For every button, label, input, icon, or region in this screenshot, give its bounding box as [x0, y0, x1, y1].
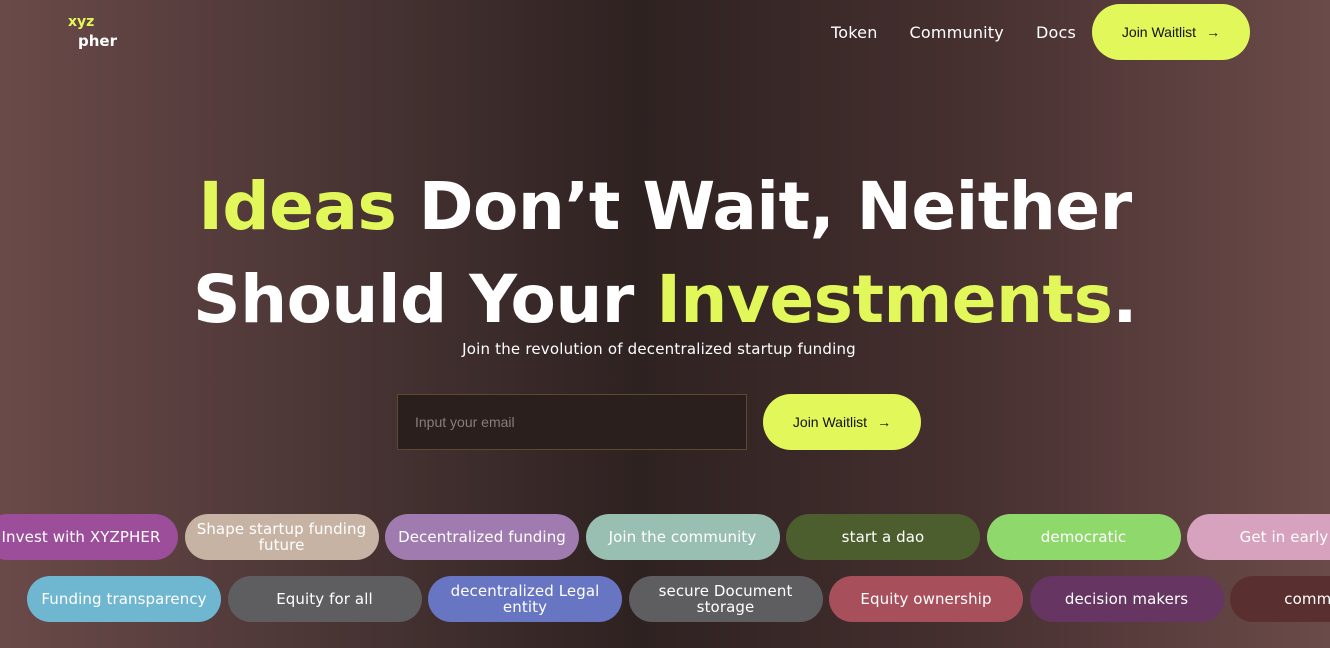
- tag-pill: Equity for all: [227, 576, 422, 622]
- waitlist-form: Join Waitlist →: [397, 394, 921, 450]
- tag-pill: Shape startup funding future: [184, 514, 379, 560]
- nav-join-waitlist-label: Join Waitlist: [1121, 24, 1197, 40]
- hero-headline-period: .: [1112, 261, 1137, 338]
- tag-pill: decision makers: [1029, 576, 1224, 622]
- join-waitlist-label: Join Waitlist: [792, 414, 868, 430]
- tag-pill: Join the community: [585, 514, 780, 560]
- tag-track-1: Invest with XYZPHER Shape startup funding…: [0, 514, 1330, 560]
- tag-pill: secure Document storage: [628, 576, 823, 622]
- hero-headline-line2: Should Your: [193, 261, 657, 338]
- tag-pill: Equity ownership: [829, 576, 1023, 622]
- hero-highlight-investments: Investments: [656, 261, 1113, 338]
- hero: Ideas Don’t Wait, Neither Should Your In…: [0, 160, 1330, 346]
- logo-line1: xyz: [68, 14, 95, 30]
- tag-row-2: Funding transparency Equity for all decent…: [0, 576, 1330, 622]
- email-input[interactable]: [397, 394, 747, 450]
- tag-pill: Get in early: [1187, 514, 1330, 560]
- tag-pill: Invest with XYZPHER: [0, 514, 178, 560]
- top-nav: Token Community Docs Join Waitlist →: [831, 4, 1250, 60]
- hero-headline: Ideas Don’t Wait, Neither Should Your In…: [0, 160, 1330, 346]
- nav-link-docs[interactable]: Docs: [1036, 23, 1076, 42]
- join-waitlist-button[interactable]: Join Waitlist →: [763, 394, 921, 450]
- logo-line2: pher: [78, 31, 117, 50]
- tag-track-2: Funding transparency Equity for all decent…: [27, 576, 1330, 622]
- hero-headline-mid: Don’t Wait, Neither: [396, 168, 1132, 245]
- nav-join-waitlist-button[interactable]: Join Waitlist →: [1092, 4, 1250, 60]
- nav-link-community[interactable]: Community: [910, 23, 1004, 42]
- tag-pill: Funding transparency: [27, 576, 221, 622]
- hero-highlight-ideas: Ideas: [198, 168, 397, 245]
- tag-pill: decentralized Legal entity: [428, 576, 622, 622]
- hero-subtitle: Join the revolution of decentralized sta…: [462, 340, 856, 358]
- tag-pill: democratic: [986, 514, 1181, 560]
- arrow-right-icon: →: [1206, 24, 1221, 40]
- tag-pill: Decentralized funding: [385, 514, 579, 560]
- tag-row-1: Invest with XYZPHER Shape startup funding…: [0, 514, 1330, 560]
- tag-pill: community: [1230, 576, 1330, 622]
- tag-pill: start a dao: [786, 514, 980, 560]
- nav-link-token[interactable]: Token: [831, 23, 878, 42]
- arrow-right-icon: →: [877, 414, 892, 430]
- logo[interactable]: xyz pher: [68, 14, 117, 50]
